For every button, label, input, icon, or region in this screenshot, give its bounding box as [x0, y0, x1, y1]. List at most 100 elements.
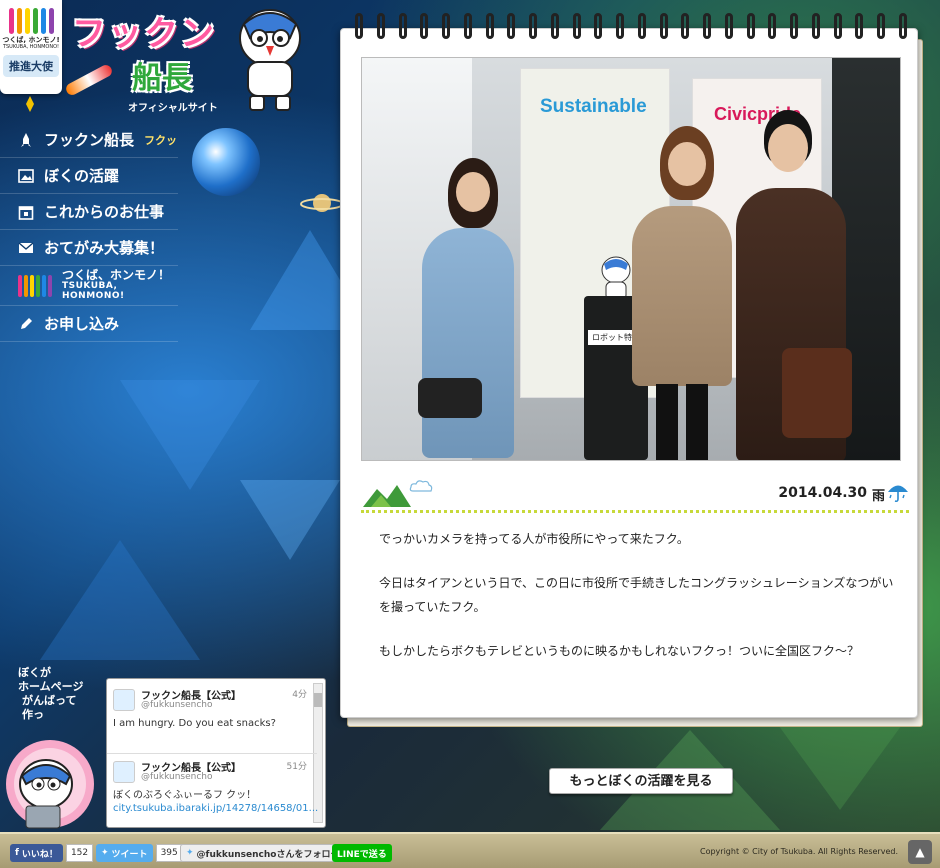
nav-item-letters[interactable]: おてがみ大募集！	[0, 230, 178, 266]
line-share: LINEで送る	[332, 844, 392, 862]
nav-item-apply[interactable]: お申し込み	[0, 306, 178, 342]
diary-notebook: Sustainable Civicpride ロボット特区 2014.04.30…	[340, 13, 918, 718]
entry-weather: 雨	[871, 489, 885, 504]
tweet-handle[interactable]: @fukkunsencho	[141, 700, 213, 710]
nav-item-sub: TSUKUBA, HONMONO!	[62, 281, 125, 302]
photo-sign-sustainable: Sustainable	[540, 96, 647, 117]
tweet-text: I am hungry. Do you eat snacks?	[113, 718, 276, 729]
chevron-up-icon: ▲	[915, 845, 925, 859]
facebook-like-label: いいね！	[21, 849, 58, 860]
line-label: LINEで送る	[337, 849, 387, 860]
color-bar	[42, 274, 46, 297]
entry-photo[interactable]: Sustainable Civicpride ロボット特区	[361, 57, 901, 461]
mascot-speech: ぼくが ホームページ がんばって 作っ	[18, 666, 83, 722]
nav-item-label: これからのお仕事	[44, 203, 165, 221]
cloud-icon	[409, 480, 433, 492]
tweet-link[interactable]: city.tsukuba.ibaraki.jp/14278/14658/01..…	[113, 803, 318, 814]
back-to-top-button[interactable]: ▲	[908, 840, 932, 864]
nav-item-schedule[interactable]: これからのお仕事	[0, 194, 178, 230]
logo-subtitle: オフィシャルサイト	[128, 103, 218, 114]
umbrella-rain-icon	[888, 485, 908, 503]
speech-line: 作っ	[22, 708, 44, 721]
entry-date: 2014.04.30	[778, 485, 867, 501]
entry-paragraph: もしかしたらボクもテレビというものに映るかもしれないフクっ！ついに全国区フク～？	[379, 644, 860, 658]
avatar[interactable]	[113, 761, 135, 783]
entry-paragraph: 今日はタイアンという日で、この日に市役所で手続きしたコングラッシュレーションズな…	[379, 576, 894, 614]
nav-item-activities[interactable]: ぼくの活躍	[0, 158, 178, 194]
ambassador-tag: 推進大使	[3, 55, 59, 78]
color-bar	[8, 8, 14, 34]
entry-body: でっかいカメラを持ってる人が市役所にやって来たフク。 今日はタイアンという日で、…	[379, 527, 899, 683]
tweet-button[interactable]: ✦ ツイート	[96, 844, 153, 862]
nav-item-sub: フクッ	[144, 133, 178, 147]
nav-item-label: ぼくの活躍	[44, 167, 120, 185]
color-bar	[16, 8, 22, 34]
twitter-bird-icon: ✦	[101, 848, 109, 858]
facebook-like-button[interactable]: f いいね！	[10, 844, 63, 862]
logo-title-2: 船長	[132, 61, 192, 96]
main-navigation: フックン船長 フクッ ぼくの活躍 これからのお仕事 おてがみ大募集！ つくば、ホ…	[0, 122, 178, 342]
mascot-owl-icon	[239, 9, 301, 111]
footer: f いいね！ 152 ✦ ツイート 395 ✦ @fukkunsenchoさんを…	[0, 832, 940, 868]
nav-item-fukkun[interactable]: フックン船長 フクッ	[0, 122, 178, 158]
rocket-icon	[18, 132, 34, 148]
honmono-logo	[18, 274, 52, 297]
color-bar	[36, 274, 40, 297]
color-bar	[32, 8, 38, 34]
honmono-ambassador-badge[interactable]: つくば, ホンモノ! TSUKUBA, HONMONO! 推進大使	[0, 0, 62, 94]
logo-title: フックン	[72, 14, 216, 54]
entry-paragraph: でっかいカメラを持ってる人が市役所にやって来たフク。	[379, 532, 689, 546]
more-activities-button[interactable]: もっとぼくの活躍を見る	[549, 768, 733, 794]
tweet[interactable]: フックン船長【公式】 @fukkunsencho 51分 ぼくのぶろぐふぃーるフ…	[113, 759, 318, 827]
honmono-color-bars	[0, 0, 62, 34]
line-button[interactable]: LINEで送る	[332, 844, 392, 862]
pencil-icon	[18, 316, 34, 332]
photo-icon	[18, 168, 34, 184]
tweet-time[interactable]: 4分	[292, 687, 307, 700]
nav-item-label: おてがみ大募集！	[44, 239, 165, 257]
twitter-scroll-thumb[interactable]	[314, 693, 322, 707]
color-bar	[48, 8, 54, 34]
copyright: Copyright © City of Tsukuba. All Rights …	[700, 847, 898, 856]
avatar[interactable]	[113, 689, 135, 711]
tweet[interactable]: フックン船長【公式】 @fukkunsencho 4分 I am hungry.…	[113, 687, 313, 757]
earth-icon	[192, 128, 260, 196]
nav-item-label: お申し込み	[44, 315, 120, 333]
honmono-small-logo-sub: TSUKUBA, HONMONO!	[2, 43, 60, 50]
envelope-icon	[18, 240, 34, 256]
twitter-bird-icon: ✦	[186, 848, 194, 858]
nav-item-label: フックン船長	[44, 131, 135, 149]
mountain-icon	[363, 485, 411, 507]
color-bar	[30, 274, 34, 297]
speech-line: ぼくが	[18, 666, 51, 679]
color-bar	[48, 274, 52, 297]
tweet-handle[interactable]: @fukkunsencho	[141, 772, 213, 782]
color-bar	[24, 8, 30, 34]
twitter-timeline[interactable]: フックン船長【公式】 @fukkunsencho 4分 I am hungry.…	[106, 678, 326, 828]
follow-label: @fukkunsenchoさんをフォロー	[196, 849, 340, 860]
facebook-like: f いいね！ 152	[10, 844, 94, 862]
star-icon	[26, 96, 34, 112]
entry-header: 2014.04.30 雨	[361, 475, 909, 513]
tweet-time[interactable]: 51分	[287, 759, 307, 772]
follow-button[interactable]: ✦ @fukkunsenchoさんをフォロー	[180, 844, 346, 862]
color-bar	[18, 274, 22, 297]
saturn-icon	[300, 194, 344, 212]
nav-item-honmono[interactable]: つくば、ホンモノ！ TSUKUBA, HONMONO!	[0, 266, 178, 306]
facebook-like-count: 152	[65, 844, 94, 862]
calendar-icon	[18, 204, 34, 220]
color-bar	[24, 274, 28, 297]
tweet-text: ぼくのぶろぐふぃーるフ クッ！ city.tsukuba.ibaraki.jp/…	[113, 789, 318, 815]
site-logo[interactable]: フックン 船長 オフィシャルサイト	[72, 6, 232, 116]
tweet-count: 395	[155, 844, 183, 862]
facebook-icon: f	[15, 848, 19, 858]
speech-line: がんばって	[22, 694, 77, 707]
speech-line: ホームページ	[18, 680, 84, 693]
mascot-flower-icon	[6, 740, 94, 829]
tweet-text-body: ぼくのぶろぐふぃーるフ クッ！	[113, 790, 257, 801]
spiral-binding	[355, 13, 907, 41]
twitter-follow: ✦ @fukkunsenchoさんをフォロー	[180, 844, 346, 862]
color-bar	[40, 8, 46, 34]
tweet-label: ツイート	[111, 849, 148, 860]
tweet-share: ✦ ツイート 395	[96, 844, 183, 862]
